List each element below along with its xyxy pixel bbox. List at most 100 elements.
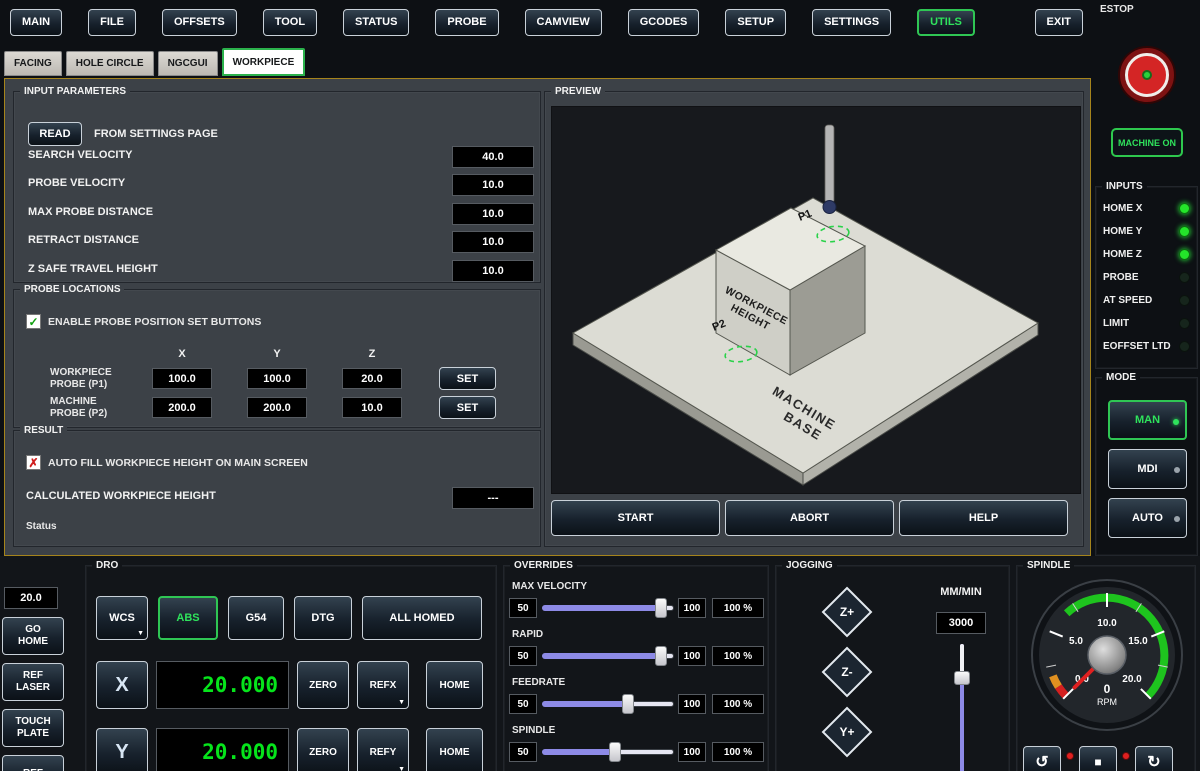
menu-probe[interactable]: PROBE: [435, 9, 498, 36]
x-ref-button[interactable]: REFX ▼: [357, 661, 409, 709]
menu-offsets[interactable]: OFFSETS: [162, 9, 237, 36]
jog-z-plus-button[interactable]: Z+: [821, 586, 873, 638]
feedrate-slider[interactable]: [542, 694, 674, 714]
touch-height-field[interactable]: 20.0: [4, 587, 58, 609]
led-probe: [1179, 272, 1190, 283]
max-velocity-readout: 100 %: [712, 598, 764, 618]
jog-rate-field[interactable]: 3000: [936, 612, 986, 634]
max-velocity-100-button[interactable]: 100: [678, 598, 706, 618]
jog-z-minus-button[interactable]: Z-: [821, 646, 873, 698]
slider-handle[interactable]: [954, 671, 970, 685]
x-home-button[interactable]: HOME: [426, 661, 483, 709]
spindle-cw-button[interactable]: ↻: [1135, 746, 1173, 771]
x-zero-button[interactable]: ZERO: [297, 661, 349, 709]
mode-man-button[interactable]: MAN: [1108, 400, 1187, 440]
abort-button[interactable]: ABORT: [725, 500, 894, 536]
p2-z-field[interactable]: 10.0: [342, 397, 402, 418]
input-row-limit: LIMIT: [1096, 312, 1197, 334]
search-velocity-field[interactable]: 40.0: [452, 146, 534, 168]
slider-handle[interactable]: [655, 646, 667, 666]
wcs-button[interactable]: WCS ▼: [96, 596, 148, 640]
estop-button[interactable]: [1118, 46, 1176, 104]
max-velocity-label: MAX VELOCITY: [512, 581, 587, 592]
tab-facing[interactable]: FACING: [4, 51, 62, 76]
menu-gcodes[interactable]: GCODES: [628, 9, 700, 36]
ref-laser-button[interactable]: REF LASER: [2, 663, 64, 701]
menu-tool[interactable]: TOOL: [263, 9, 317, 36]
spindle-ovr-slider[interactable]: [542, 742, 674, 762]
tab-workpiece[interactable]: WORKPIECE: [222, 48, 306, 76]
p1-set-button[interactable]: SET: [439, 367, 496, 390]
y-zero-button[interactable]: ZERO: [297, 728, 349, 771]
menu-settings[interactable]: SETTINGS: [812, 9, 891, 36]
feedrate-50-button[interactable]: 50: [509, 694, 537, 714]
menu-status[interactable]: STATUS: [343, 9, 409, 36]
menu-camview[interactable]: CAMVIEW: [525, 9, 602, 36]
menu-utils[interactable]: UTILS: [917, 9, 975, 36]
slider-fill: [542, 653, 661, 659]
spindle-50-button[interactable]: 50: [509, 742, 537, 762]
read-button[interactable]: READ: [28, 122, 82, 146]
overrides-groupbox: OVERRIDES MAX VELOCITY 50 100 100 % RAPI…: [503, 565, 769, 771]
gauge-tick-15: 15.0: [1128, 636, 1148, 647]
retract-distance-field[interactable]: 10.0: [452, 231, 534, 253]
max-probe-distance-field[interactable]: 10.0: [452, 203, 534, 225]
workpiece-panel: INPUT PARAMETERS READ FROM SETTINGS PAGE…: [4, 78, 1091, 556]
y-ref-button[interactable]: REFY ▼: [357, 728, 409, 771]
g54-button[interactable]: G54: [228, 596, 284, 640]
rapid-100-button[interactable]: 100: [678, 646, 706, 666]
probe-velocity-label: PROBE VELOCITY: [28, 177, 125, 189]
y-axis-button[interactable]: Y: [96, 728, 148, 771]
p2-y-field[interactable]: 200.0: [247, 397, 307, 418]
jog-y-plus-button[interactable]: Y+: [821, 706, 873, 758]
mode-mdi-button[interactable]: MDI: [1108, 449, 1187, 489]
exit-button[interactable]: EXIT: [1035, 9, 1083, 36]
menu-file[interactable]: FILE: [88, 9, 136, 36]
abs-button[interactable]: ABS: [158, 596, 218, 640]
slider-handle[interactable]: [655, 598, 667, 618]
estop-center-led: [1142, 70, 1152, 80]
go-home-button[interactable]: GO HOME: [2, 617, 64, 655]
p1-z-field[interactable]: 20.0: [342, 368, 402, 389]
x-axis-button[interactable]: X: [96, 661, 148, 709]
ref-button[interactable]: REF: [2, 755, 64, 771]
start-button[interactable]: START: [551, 500, 720, 536]
spindle-ccw-button[interactable]: ↺: [1023, 746, 1061, 771]
y-home-button[interactable]: HOME: [426, 728, 483, 771]
rapid-50-button[interactable]: 50: [509, 646, 537, 666]
result-groupbox: RESULT ✗ AUTO FILL WORKPIECE HEIGHT ON M…: [13, 430, 541, 547]
touch-plate-button[interactable]: TOUCH PLATE: [2, 709, 64, 747]
z-safe-height-field[interactable]: 10.0: [452, 260, 534, 282]
p2-x-field[interactable]: 200.0: [152, 397, 212, 418]
p1-x-field[interactable]: 100.0: [152, 368, 212, 389]
spindle-ccw-led: [1066, 752, 1074, 760]
machine-on-button[interactable]: MACHINE ON: [1111, 128, 1183, 157]
p2-set-button[interactable]: SET: [439, 396, 496, 419]
enable-set-buttons-checkbox[interactable]: ✓: [26, 314, 41, 329]
x-axis-readout: 20.000: [156, 661, 289, 709]
slider-handle[interactable]: [622, 694, 634, 714]
tab-ngcgui[interactable]: NGCGUI: [158, 51, 218, 76]
mode-auto-button[interactable]: AUTO: [1108, 498, 1187, 538]
dtg-button[interactable]: DTG: [294, 596, 352, 640]
spindle-stop-button[interactable]: ■: [1079, 746, 1117, 771]
mode-man-led: [1173, 419, 1179, 425]
spindle-100-button[interactable]: 100: [678, 742, 706, 762]
autofill-checkbox[interactable]: ✗: [26, 455, 41, 470]
rapid-slider[interactable]: [542, 646, 674, 666]
p1-y-field[interactable]: 100.0: [247, 368, 307, 389]
all-homed-button[interactable]: ALL HOMED: [362, 596, 482, 640]
feedrate-100-button[interactable]: 100: [678, 694, 706, 714]
jog-rate-slider[interactable]: [954, 644, 970, 771]
tab-hole-circle[interactable]: HOLE CIRCLE: [66, 51, 154, 76]
chevron-down-icon: ▼: [398, 699, 405, 706]
menu-main[interactable]: MAIN: [10, 9, 62, 36]
jogging-title: JOGGING: [782, 559, 837, 572]
max-velocity-slider[interactable]: [542, 598, 674, 618]
wcs-label: WCS: [109, 612, 135, 624]
max-velocity-50-button[interactable]: 50: [509, 598, 537, 618]
probe-velocity-field[interactable]: 10.0: [452, 174, 534, 196]
help-button[interactable]: HELP: [899, 500, 1068, 536]
slider-handle[interactable]: [609, 742, 621, 762]
menu-setup[interactable]: SETUP: [725, 9, 786, 36]
